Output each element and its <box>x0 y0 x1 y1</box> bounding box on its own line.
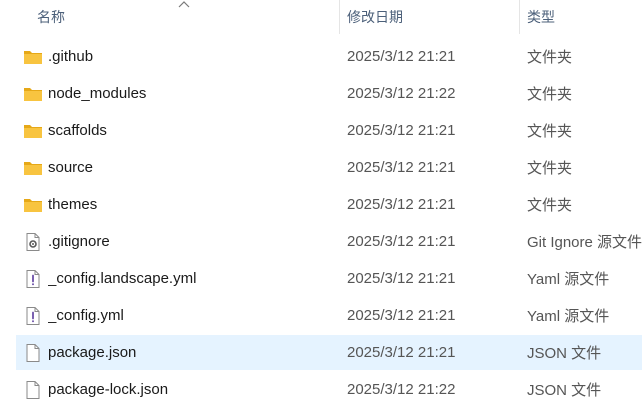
file-row[interactable]: package.json 2025/3/12 21:21 JSON 文件 <box>0 334 642 371</box>
file-name[interactable]: .github <box>48 38 333 75</box>
file-row[interactable]: source 2025/3/12 21:21 文件夹 <box>0 149 642 186</box>
file-date-modified: 2025/3/12 21:21 <box>347 307 456 324</box>
file-type: Yaml 源文件 <box>527 308 610 325</box>
file-date-modified: 2025/3/12 21:21 <box>347 196 456 213</box>
file-name[interactable]: .gitignore <box>48 223 333 260</box>
file-type: 文件夹 <box>527 123 573 140</box>
file-name[interactable]: scaffolds <box>48 112 333 149</box>
column-divider[interactable] <box>339 0 340 34</box>
file-type: JSON 文件 <box>527 345 602 362</box>
file-date-modified: 2025/3/12 21:21 <box>347 122 456 139</box>
column-header-name[interactable]: 名称 <box>37 0 337 34</box>
file-name[interactable]: _config.landscape.yml <box>48 260 333 297</box>
file-type: JSON 文件 <box>527 382 602 399</box>
settings-file-icon <box>23 232 43 252</box>
file-name[interactable]: source <box>48 149 333 186</box>
column-divider[interactable] <box>519 0 520 34</box>
column-header-date-modified[interactable]: 修改日期 <box>347 0 517 34</box>
file-date-modified: 2025/3/12 21:22 <box>347 85 456 102</box>
file-row[interactable]: _config.yml 2025/3/12 21:21 Yaml 源文件 <box>0 297 642 334</box>
file-type: 文件夹 <box>527 160 573 177</box>
folder-icon <box>23 158 43 178</box>
column-header-type[interactable]: 类型 <box>527 0 642 34</box>
folder-icon <box>23 195 43 215</box>
file-name[interactable]: package-lock.json <box>48 371 333 408</box>
file-date-modified: 2025/3/12 21:21 <box>347 159 456 176</box>
file-name[interactable]: package.json <box>48 334 333 371</box>
file-row[interactable]: package-lock.json 2025/3/12 21:22 JSON 文件 <box>0 371 642 408</box>
file-list-pane: 名称 修改日期 类型 .github 2025/3/12 21:21 文件夹 node… <box>0 0 642 411</box>
file-name[interactable]: themes <box>48 186 333 223</box>
file-row[interactable]: .github 2025/3/12 21:21 文件夹 <box>0 38 642 75</box>
yaml-file-icon <box>23 269 43 289</box>
yaml-file-icon <box>23 306 43 326</box>
file-row[interactable]: _config.landscape.yml 2025/3/12 21:21 Yaml… <box>0 260 642 297</box>
file-type: 文件夹 <box>527 86 573 103</box>
file-date-modified: 2025/3/12 21:21 <box>347 233 456 250</box>
file-date-modified: 2025/3/12 21:21 <box>347 270 456 287</box>
folder-icon <box>23 84 43 104</box>
file-row[interactable]: scaffolds 2025/3/12 21:21 文件夹 <box>0 112 642 149</box>
file-type: 文件夹 <box>527 49 573 66</box>
file-icon <box>23 380 43 400</box>
column-header-bar: 名称 修改日期 类型 <box>0 0 642 34</box>
file-date-modified: 2025/3/12 21:21 <box>347 344 456 361</box>
file-name[interactable]: _config.yml <box>48 297 333 334</box>
folder-icon <box>23 121 43 141</box>
folder-icon <box>23 47 43 67</box>
file-icon <box>23 343 43 363</box>
file-type: 文件夹 <box>527 197 573 214</box>
file-name[interactable]: node_modules <box>48 75 333 112</box>
file-date-modified: 2025/3/12 21:21 <box>347 48 456 65</box>
file-row[interactable]: node_modules 2025/3/12 21:22 文件夹 <box>0 75 642 112</box>
file-row[interactable]: themes 2025/3/12 21:21 文件夹 <box>0 186 642 223</box>
file-type: Git Ignore 源文件 <box>527 234 642 251</box>
file-date-modified: 2025/3/12 21:22 <box>347 381 456 398</box>
file-row[interactable]: .gitignore 2025/3/12 21:21 Git Ignore 源文件 <box>0 223 642 260</box>
file-rows: .github 2025/3/12 21:21 文件夹 node_modules 202… <box>0 38 642 408</box>
file-type: Yaml 源文件 <box>527 271 610 288</box>
